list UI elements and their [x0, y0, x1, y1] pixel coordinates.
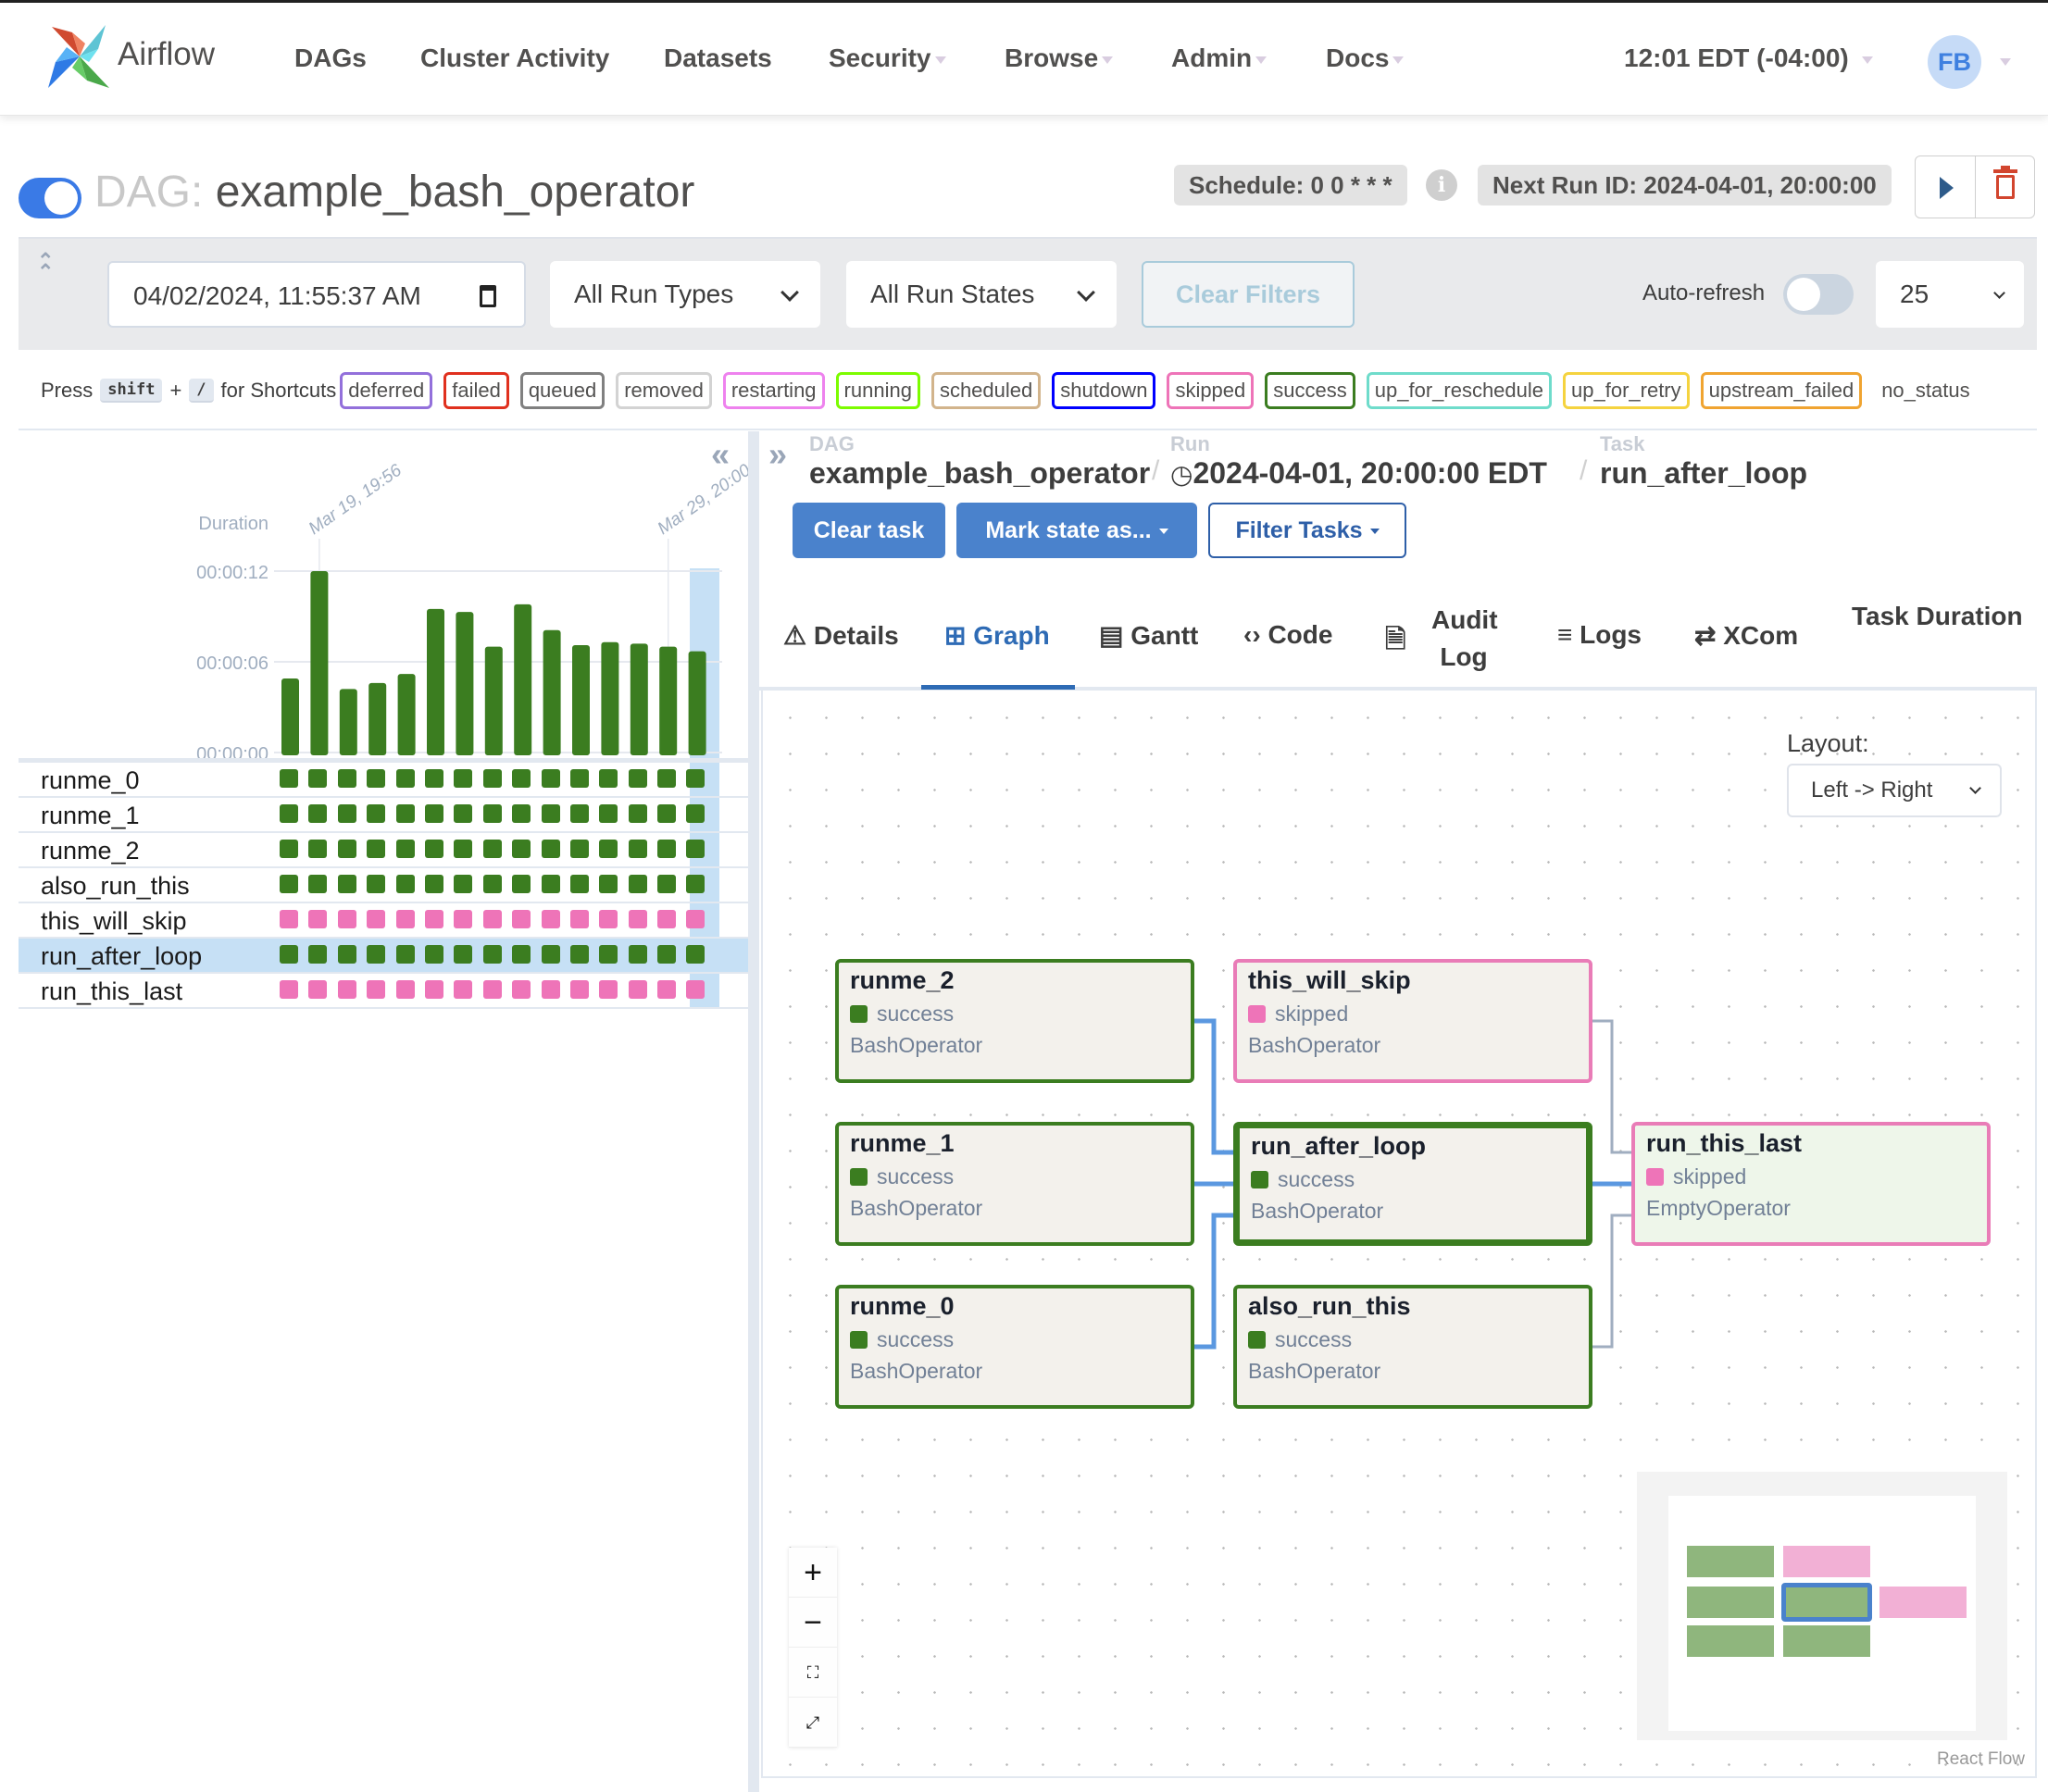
graph-node-runme-0[interactable]: runme_0success BashOperator: [835, 1285, 1194, 1409]
graph-edge: [1194, 1018, 1233, 1155]
node-state: success: [1251, 1167, 1355, 1192]
node-operator: BashOperator: [850, 1033, 983, 1057]
graph-edge: [1592, 1019, 1631, 1154]
state-square-icon: [1248, 1005, 1266, 1023]
node-title: this_will_skip: [1248, 966, 1411, 994]
node-state: skipped: [1248, 1002, 1348, 1027]
minimap-node: [1783, 1625, 1870, 1657]
minimap[interactable]: [1637, 1472, 2007, 1740]
state-square-icon: [1646, 1168, 1664, 1186]
node-title: run_this_last: [1646, 1129, 1803, 1157]
graph-edge: [1194, 1213, 1233, 1350]
graph-controls: + − ⛶ ⤢: [789, 1548, 837, 1748]
state-square-icon: [850, 1331, 868, 1349]
graph-node-runme-2[interactable]: runme_2success BashOperator: [835, 959, 1194, 1083]
node-title: runme_1: [850, 1129, 955, 1157]
graph-node-this-will-skip[interactable]: this_will_skipskipped BashOperator: [1233, 959, 1592, 1083]
graph-node-also-run-this[interactable]: also_run_thissuccess BashOperator: [1233, 1285, 1592, 1409]
layout-select[interactable]: Left -> Right: [1787, 764, 2002, 817]
minimap-node: [1687, 1587, 1774, 1618]
graph-node-run-this-last[interactable]: run_this_lastskipped EmptyOperator: [1631, 1122, 1991, 1246]
state-square-icon: [1251, 1171, 1268, 1188]
node-title: runme_2: [850, 966, 955, 994]
minimap-node: [1879, 1587, 1967, 1618]
minimap-node: [1783, 1546, 1870, 1577]
graph-node-runme-1[interactable]: runme_1success BashOperator: [835, 1122, 1194, 1246]
graph-edge: [1592, 1213, 1631, 1349]
chevron-down-icon: [1969, 782, 1981, 794]
state-square-icon: [1248, 1331, 1266, 1349]
node-operator: BashOperator: [850, 1196, 983, 1220]
graph-node-run-after-loop[interactable]: run_after_loopsuccess BashOperator: [1233, 1122, 1592, 1246]
fit-view-button[interactable]: ⛶: [789, 1648, 837, 1698]
node-state: success: [850, 1164, 954, 1189]
minimap-node: [1687, 1546, 1774, 1577]
layout-label: Layout:: [1787, 729, 1869, 757]
zoom-out-button[interactable]: −: [789, 1598, 837, 1648]
state-square-icon: [850, 1168, 868, 1186]
node-state: skipped: [1646, 1164, 1746, 1189]
toggle-interactivity-button[interactable]: ⤢: [789, 1698, 837, 1748]
node-state: success: [850, 1002, 954, 1027]
node-operator: BashOperator: [850, 1359, 983, 1383]
node-title: runme_0: [850, 1292, 955, 1320]
node-title: also_run_this: [1248, 1292, 1411, 1320]
state-square-icon: [850, 1005, 868, 1023]
node-operator: BashOperator: [1251, 1199, 1384, 1223]
node-title: run_after_loop: [1251, 1132, 1427, 1160]
node-state: success: [1248, 1327, 1352, 1352]
node-state: success: [850, 1327, 954, 1352]
react-flow-attribution[interactable]: React Flow: [1937, 1749, 2025, 1770]
minimap-node: [1687, 1625, 1774, 1657]
node-operator: EmptyOperator: [1646, 1196, 1791, 1220]
zoom-in-button[interactable]: +: [789, 1548, 837, 1598]
node-operator: BashOperator: [1248, 1359, 1381, 1383]
node-operator: BashOperator: [1248, 1033, 1381, 1057]
minimap-node-selected: [1781, 1583, 1872, 1622]
